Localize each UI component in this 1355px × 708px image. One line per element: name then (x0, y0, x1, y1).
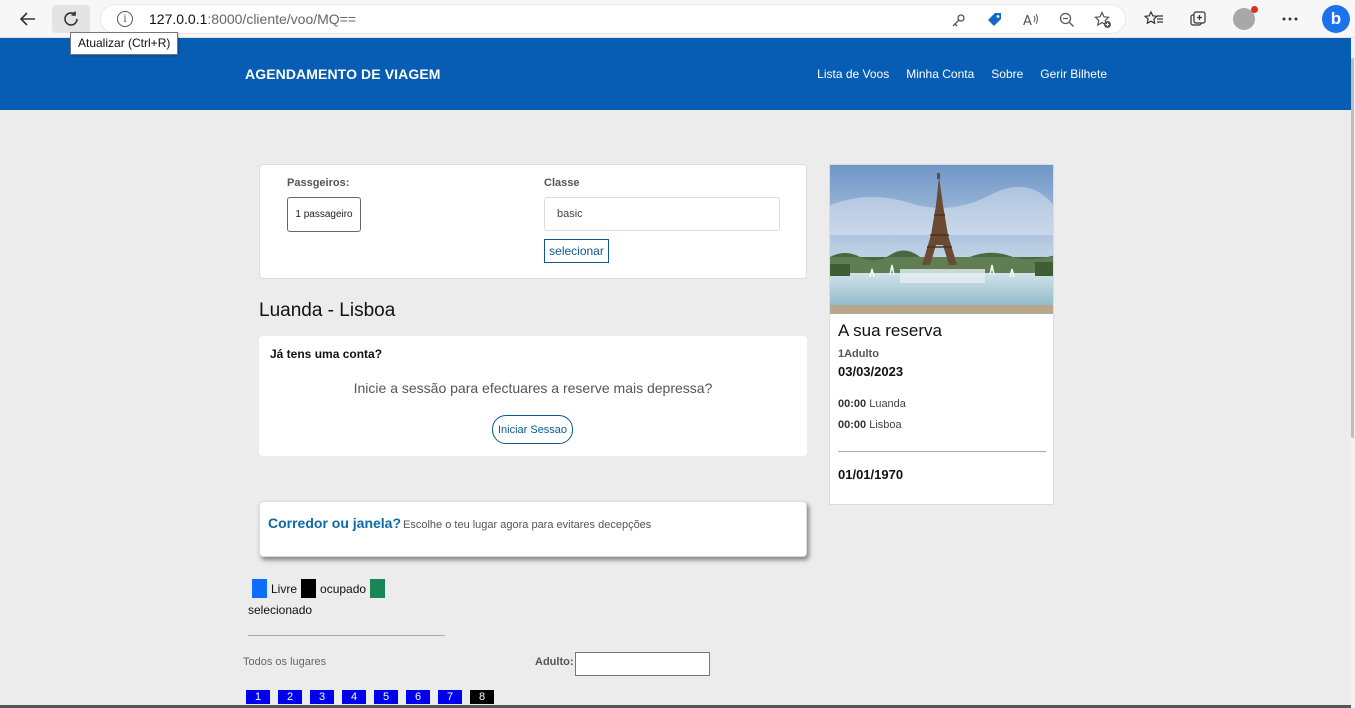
seat-choice-card: Corredor ou janela? Escolhe o teu lugar a… (259, 501, 807, 557)
legend-free-swatch (252, 579, 267, 598)
reservation-summary-card: A sua reserva 1Adulto 03/03/2023 00:00 L… (829, 164, 1054, 505)
address-bar[interactable]: i 127.0.0.1:8000/cliente/voo/MQ== A (100, 4, 1126, 34)
coupon-icon[interactable] (985, 10, 1005, 30)
login-button[interactable]: Iniciar Sessao (492, 415, 573, 444)
nav-links: Lista de Voos Minha Conta Sobre Gerir Bi… (817, 67, 1107, 81)
arrival-city: Lisboa (869, 419, 902, 431)
seat-7[interactable]: 7 (438, 690, 462, 704)
vertical-scrollbar[interactable] (1351, 38, 1355, 708)
seat-6[interactable]: 6 (406, 690, 430, 704)
reservation-passengers: 1Adulto (838, 348, 879, 360)
select-class-button[interactable]: selecionar (544, 239, 609, 263)
seat-choice-title: Corredor ou janela? Escolhe o teu lugar a… (268, 515, 651, 531)
key-icon[interactable] (949, 10, 969, 30)
more-icon[interactable] (1274, 5, 1306, 33)
reservation-return-date: 01/01/1970 (838, 467, 904, 482)
refresh-icon[interactable] (52, 5, 90, 33)
bing-icon[interactable]: b (1322, 5, 1350, 33)
reservation-arrival: 00:00 Lisboa (838, 419, 902, 431)
passengers-button[interactable]: 1 passageiro (287, 197, 361, 232)
add-favorite-icon[interactable] (1093, 10, 1113, 30)
seat-2[interactable]: 2 (278, 690, 302, 704)
class-input[interactable] (544, 197, 780, 231)
site-navbar: AGENDAMENTO DE VIAGEM Lista de Voos Minh… (0, 38, 1351, 110)
reservation-date: 03/03/2023 (838, 364, 904, 379)
refresh-tooltip: Atualizar (Ctrl+R) (70, 32, 179, 55)
scrollbar-thumb[interactable] (1351, 58, 1354, 438)
svg-text:A: A (1023, 14, 1032, 28)
read-aloud-icon[interactable]: A (1021, 10, 1041, 30)
reservation-title: A sua reserva (838, 321, 942, 340)
departure-time: 00:00 (838, 398, 867, 410)
seat-4[interactable]: 4 (342, 690, 366, 704)
nav-link-manage-ticket[interactable]: Gerir Bilhete (1040, 67, 1107, 81)
login-prompt-card: Já tens uma conta? Inicie a sessão para … (259, 336, 807, 456)
seat-grid: 12345678 (246, 690, 494, 704)
favorites-icon[interactable] (1138, 5, 1170, 33)
departure-city: Luanda (869, 398, 906, 410)
seat-legend: Livre ocupado (252, 579, 389, 598)
passengers-label: Passgeiros: (287, 177, 350, 189)
reservation-divider (838, 451, 1046, 452)
legend-divider (248, 635, 445, 636)
adult-seat-input[interactable] (575, 652, 710, 676)
booking-form-card: Passgeiros: 1 passageiro Classe selecion… (259, 164, 807, 279)
site-brand[interactable]: AGENDAMENTO DE VIAGEM (245, 66, 441, 82)
adult-seat-label: Adulto: (535, 656, 574, 668)
nav-link-my-account[interactable]: Minha Conta (906, 67, 974, 81)
arrival-time: 00:00 (838, 419, 867, 431)
login-question: Já tens uma conta? (270, 347, 383, 361)
all-seats-label: Todos os lugares (243, 656, 327, 668)
seat-choice-subtitle: Escolhe o teu lugar agora para evitares … (403, 519, 652, 531)
legend-selected-label: selecionado (248, 603, 313, 617)
class-label: Classe (544, 177, 580, 189)
legend-occupied-swatch (301, 579, 317, 598)
reservation-departure: 00:00 Luanda (838, 398, 906, 410)
seat-8[interactable]: 8 (470, 690, 494, 704)
zoom-out-icon[interactable] (1057, 10, 1077, 30)
seat-3[interactable]: 3 (310, 690, 334, 704)
seat-1[interactable]: 1 (246, 690, 270, 704)
browser-toolbar: i 127.0.0.1:8000/cliente/voo/MQ== A b (0, 0, 1355, 38)
collections-icon[interactable] (1182, 5, 1214, 33)
nav-link-flight-list[interactable]: Lista de Voos (817, 67, 889, 81)
seat-5[interactable]: 5 (374, 690, 398, 704)
login-message: Inicie a sessão para efectuares a reserv… (353, 380, 713, 396)
info-icon[interactable]: i (117, 11, 133, 27)
legend-selected-swatch (370, 579, 386, 598)
address-url[interactable]: 127.0.0.1:8000/cliente/voo/MQ== (149, 11, 356, 27)
back-icon[interactable] (9, 5, 47, 33)
nav-link-about[interactable]: Sobre (991, 67, 1023, 81)
route-title: Luanda - Lisboa (259, 300, 396, 321)
legend-free-label: Livre (271, 581, 298, 596)
eiffel-tower-photo (830, 165, 1053, 314)
legend-occupied-label: ocupado (320, 581, 367, 596)
seat-choice-heading: Corredor ou janela? (268, 515, 402, 531)
profile-icon[interactable] (1233, 6, 1258, 30)
